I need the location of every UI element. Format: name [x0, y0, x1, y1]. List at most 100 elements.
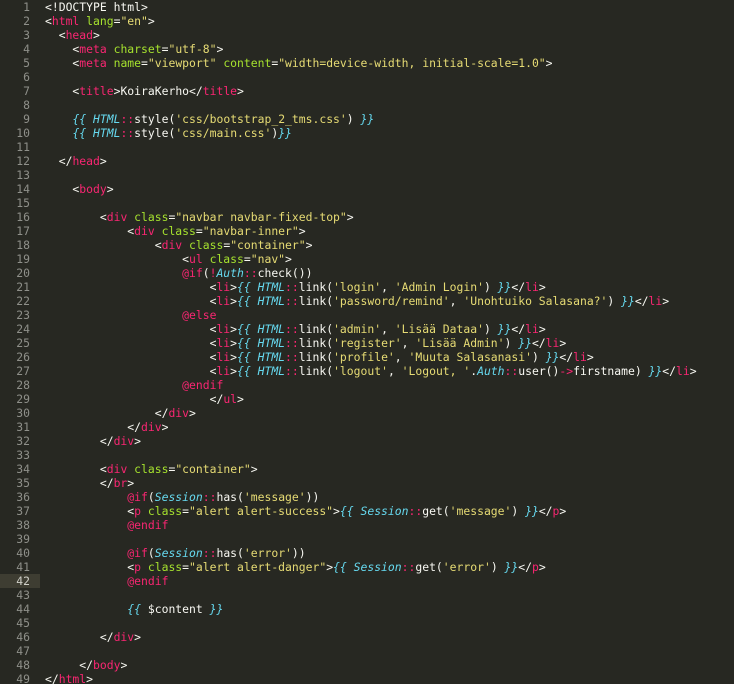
code-line[interactable]: 47	[0, 644, 734, 658]
code-line[interactable]: 3 <head>	[0, 28, 734, 42]
line-content[interactable]: <li>{{ HTML::link('password/remind', 'Un…	[45, 294, 670, 308]
code-line[interactable]: 30 </div>	[0, 406, 734, 420]
code-line[interactable]: 33	[0, 448, 734, 462]
code-line[interactable]: 27 <li>{{ HTML::link('logout', 'Logout, …	[0, 364, 734, 378]
code-line[interactable]: 32 </div>	[0, 434, 734, 448]
code-line[interactable]: 5 <meta name="viewport" content="width=d…	[0, 56, 734, 70]
code-area[interactable]: 1 <!DOCTYPE html> 2 <html lang="en"> 3 <head…	[0, 0, 734, 684]
line-content[interactable]: </html>	[45, 672, 93, 684]
line-content[interactable]: </div>	[45, 630, 141, 644]
code-line[interactable]: 20 @if(!Auth::check())	[0, 266, 734, 280]
line-content[interactable]: <li>{{ HTML::link('profile', 'Muuta Sala…	[45, 350, 594, 364]
code-line[interactable]: 40 @if(Session::has('error'))	[0, 546, 734, 560]
code-line[interactable]: 48 </body>	[0, 658, 734, 672]
code-line[interactable]: 4 <meta charset="utf-8">	[0, 42, 734, 56]
code-line[interactable]: 24 <li>{{ HTML::link('admin', 'Lisää Dat…	[0, 322, 734, 336]
line-content[interactable]: @if(Session::has('message'))	[45, 490, 319, 504]
line-content[interactable]: @endif	[45, 378, 223, 392]
line-content[interactable]: </div>	[45, 434, 141, 448]
line-content[interactable]: @else	[45, 308, 216, 322]
tag-name-token: meta	[79, 42, 107, 56]
line-content[interactable]: <div class="container">	[45, 462, 258, 476]
code-line[interactable]: 46 </div>	[0, 630, 734, 644]
line-content[interactable]: <div class="navbar-inner">	[45, 224, 305, 238]
code-line[interactable]: 14 <body>	[0, 182, 734, 196]
code-line[interactable]: 26 <li>{{ HTML::link('profile', 'Muuta S…	[0, 350, 734, 364]
code-line[interactable]: 41 <p class="alert alert-danger">{{ Sess…	[0, 560, 734, 574]
line-content[interactable]: <p class="alert alert-danger">{{ Session…	[45, 560, 545, 574]
code-line[interactable]: 45	[0, 616, 734, 630]
code-line[interactable]: 8	[0, 98, 734, 112]
line-content[interactable]: <ul class="nav">	[45, 252, 292, 266]
line-content[interactable]: <li>{{ HTML::link('admin', 'Lisää Dataa'…	[45, 322, 546, 336]
code-line[interactable]: 44 {{ $content }}	[0, 602, 734, 616]
line-content[interactable]: {{ HTML::style('css/main.css')}}	[45, 126, 291, 140]
code-line[interactable]: 39	[0, 532, 734, 546]
code-line[interactable]: 12 </head>	[0, 154, 734, 168]
code-line[interactable]: 19 <ul class="nav">	[0, 252, 734, 266]
code-line[interactable]: 16 <div class="navbar navbar-fixed-top">	[0, 210, 734, 224]
code-line[interactable]: 38 @endif	[0, 518, 734, 532]
line-content[interactable]: </br>	[45, 476, 134, 490]
string-token: 'logout'	[333, 364, 388, 378]
tag-name-token: p	[531, 560, 539, 574]
line-content[interactable]: @if(Session::has('error'))	[45, 546, 305, 560]
code-line[interactable]: 49 </html>	[0, 672, 734, 684]
code-line[interactable]: 6	[0, 70, 734, 84]
code-line[interactable]: 36 @if(Session::has('message'))	[0, 490, 734, 504]
code-line[interactable]: 37 <p class="alert alert-success">{{ Ses…	[0, 504, 734, 518]
code-editor[interactable]: 1 <!DOCTYPE html> 2 <html lang="en"> 3 <head…	[0, 0, 734, 684]
line-content[interactable]: <div class="navbar navbar-fixed-top">	[45, 210, 354, 224]
line-content[interactable]: <p class="alert alert-success">{{ Sessio…	[45, 504, 566, 518]
code-line[interactable]: 35 </br>	[0, 476, 734, 490]
code-line[interactable]: 7 <title>KoiraKerho</title>	[0, 84, 734, 98]
line-content[interactable]: <li>{{ HTML::link('login', 'Admin Login'…	[45, 280, 546, 294]
string-token: 'css/bootstrap_2_tms.css'	[175, 112, 347, 126]
line-content[interactable]: <head>	[45, 28, 100, 42]
line-content[interactable]: {{ $content }}	[45, 602, 223, 616]
line-content[interactable]: <li>{{ HTML::link('logout', 'Logout, '.A…	[45, 364, 697, 378]
code-line[interactable]: 23 @else	[0, 308, 734, 322]
line-content[interactable]: @endif	[45, 518, 168, 532]
code-line[interactable]: 22 <li>{{ HTML::link('password/remind', …	[0, 294, 734, 308]
line-content[interactable]: <!DOCTYPE html>	[45, 0, 148, 14]
line-content[interactable]: <div class="container">	[45, 238, 313, 252]
line-number: 49	[16, 672, 30, 684]
code-line[interactable]: 42 @endif	[0, 574, 734, 588]
code-line[interactable]: 21 <li>{{ HTML::link('login', 'Admin Log…	[0, 280, 734, 294]
line-content[interactable]: <body>	[45, 182, 113, 196]
code-line[interactable]: 18 <div class="container">	[0, 238, 734, 252]
line-content[interactable]: </div>	[45, 420, 168, 434]
code-line[interactable]: 9 {{ HTML::style('css/bootstrap_2_tms.cs…	[0, 112, 734, 126]
line-content[interactable]: </head>	[45, 154, 107, 168]
code-line[interactable]: 2 <html lang="en">	[0, 14, 734, 28]
code-text: <	[45, 280, 217, 294]
code-line[interactable]: 15	[0, 196, 734, 210]
line-content[interactable]: </div>	[45, 406, 196, 420]
line-content[interactable]: <html lang="en">	[45, 14, 155, 28]
code-line[interactable]: 43	[0, 588, 734, 602]
class-ref-token: }}	[518, 336, 532, 350]
line-number-cell: 43	[0, 588, 40, 602]
code-line[interactable]: 28 @endif	[0, 378, 734, 392]
line-content[interactable]: <title>KoiraKerho</title>	[45, 84, 243, 98]
code-line[interactable]: 31 </div>	[0, 420, 734, 434]
line-content[interactable]: <meta name="viewport" content="width=dev…	[45, 56, 552, 70]
line-content[interactable]: </ul>	[45, 392, 244, 406]
line-content[interactable]: </body>	[45, 658, 127, 672]
code-line[interactable]: 17 <div class="navbar-inner">	[0, 224, 734, 238]
code-line[interactable]: 1 <!DOCTYPE html>	[0, 0, 734, 14]
line-content[interactable]: <li>{{ HTML::link('register', 'Lisää Adm…	[45, 336, 567, 350]
code-line[interactable]: 11	[0, 140, 734, 154]
code-line[interactable]: 13	[0, 168, 734, 182]
code-line[interactable]: 34 <div class="container">	[0, 462, 734, 476]
line-content[interactable]: <meta charset="utf-8">	[45, 42, 223, 56]
code-line[interactable]: 29 </ul>	[0, 392, 734, 406]
code-line[interactable]: 25 <li>{{ HTML::link('register', 'Lisää …	[0, 336, 734, 350]
line-content[interactable]: {{ HTML::style('css/bootstrap_2_tms.css'…	[45, 112, 374, 126]
operator-token: ::	[243, 266, 258, 280]
line-content[interactable]: @endif	[45, 574, 168, 588]
line-content[interactable]: @if(!Auth::check())	[45, 266, 312, 280]
code-line[interactable]: 10 {{ HTML::style('css/main.css')}}	[0, 126, 734, 140]
